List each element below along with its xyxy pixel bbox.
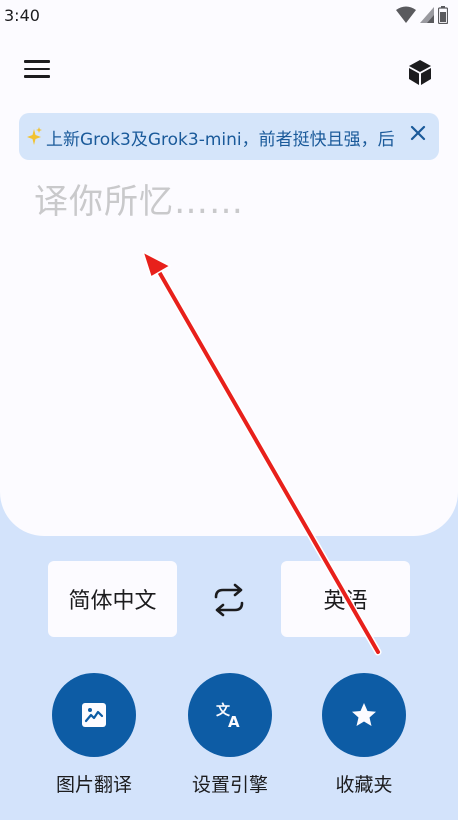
target-language-label: 英语 <box>323 589 368 614</box>
status-icons <box>396 6 448 24</box>
engine-settings-button[interactable]: 文 A 设置引擎 <box>175 673 285 797</box>
favorites-label: 收藏夹 <box>335 774 393 796</box>
swap-arrows-icon[interactable] <box>210 583 248 617</box>
close-icon[interactable] <box>409 124 427 142</box>
translation-panel: 上新Grok3及Grok3-mini，前者挺快且强，后 <box>0 32 458 536</box>
announcement-banner[interactable]: 上新Grok3及Grok3-mini，前者挺快且强，后 <box>19 113 439 160</box>
signal-icon <box>420 7 434 23</box>
target-language-button[interactable]: 英语 <box>281 561 410 637</box>
image-icon <box>82 703 106 727</box>
status-bar: 3:40 <box>0 0 458 32</box>
favorites-button[interactable]: 收藏夹 <box>309 673 419 797</box>
hamburger-menu-icon[interactable] <box>24 60 50 82</box>
svg-text:A: A <box>228 713 240 730</box>
image-translate-label: 图片翻译 <box>55 774 132 796</box>
favorites-circle[interactable] <box>322 673 406 757</box>
wifi-icon <box>396 6 416 23</box>
engine-settings-circle[interactable]: 文 A <box>188 673 272 757</box>
source-language-label: 简体中文 <box>68 589 157 614</box>
image-translate-button[interactable]: 图片翻译 <box>39 673 149 797</box>
status-time: 3:40 <box>4 6 40 25</box>
sparkle-icon <box>27 127 42 145</box>
cube-icon[interactable] <box>406 58 434 86</box>
translate-icon: 文 A <box>216 702 240 730</box>
source-language-button[interactable]: 简体中文 <box>48 561 177 637</box>
translation-input[interactable] <box>34 174 424 474</box>
announcement-text: 上新Grok3及Grok3-mini，前者挺快且强，后 <box>46 130 395 150</box>
image-translate-circle[interactable] <box>52 673 136 757</box>
battery-icon <box>438 6 448 24</box>
engine-settings-label: 设置引擎 <box>191 774 268 796</box>
star-icon <box>352 703 376 726</box>
